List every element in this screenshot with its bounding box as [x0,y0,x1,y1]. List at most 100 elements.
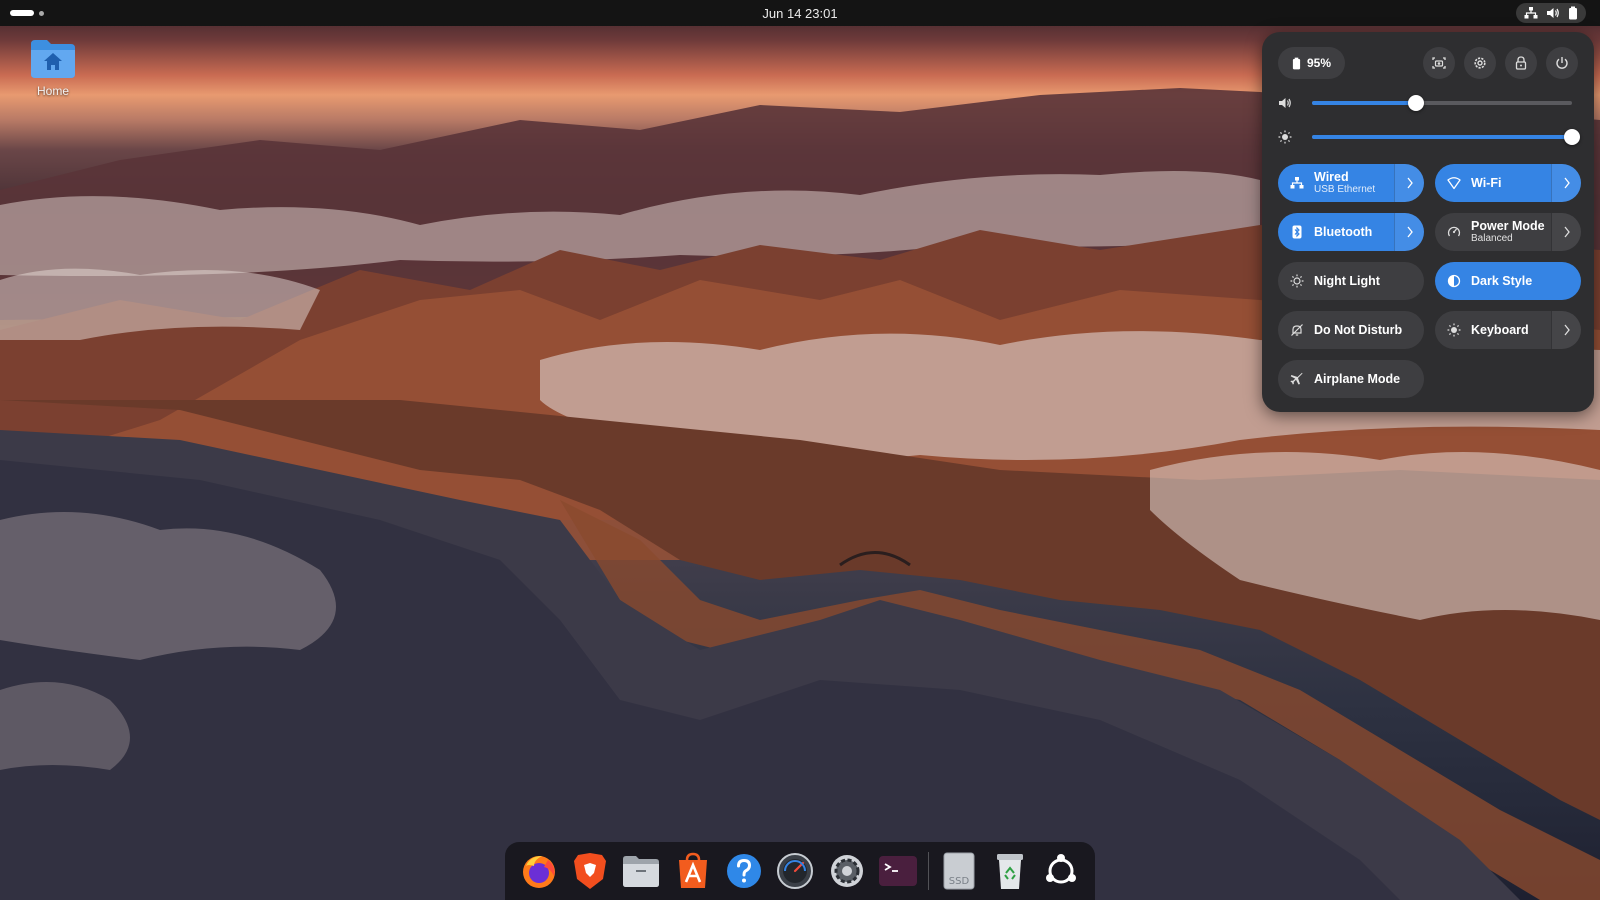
bluetooth-menu-button[interactable] [1394,213,1424,251]
chevron-right-icon [1563,177,1570,189]
dock: SSD [505,842,1095,900]
battery-icon [1292,57,1301,69]
dock-separator [927,852,929,890]
wired-network-icon [1290,177,1304,189]
dock-item-disk-usage[interactable] [770,845,821,897]
bluetooth-icon [1292,225,1302,239]
toggle-title: Keyboard [1471,322,1529,337]
power-icon [1556,57,1568,69]
dock-item-brave[interactable] [564,845,615,897]
toggle-airplane-mode-main[interactable]: Airplane Mode [1278,360,1424,398]
toggle-wifi-main[interactable]: Wi-Fi [1435,164,1551,202]
brightness-slider-row [1278,122,1580,152]
volume-slider-handle[interactable] [1408,95,1424,111]
wired-menu-button[interactable] [1394,164,1424,202]
date-time-button[interactable]: Jun 14 23:01 [762,6,837,21]
toggle-subtitle: USB Ethernet [1314,184,1376,196]
brightness-slider-fill [1312,135,1572,139]
chevron-right-icon [1563,324,1570,336]
activities-button[interactable] [10,3,70,23]
app-center-icon [678,852,707,888]
toggle-wired[interactable]: Wired USB Ethernet [1278,164,1424,202]
keyboard-icon [1447,323,1461,337]
toggle-keyboard-main[interactable]: Keyboard [1435,311,1551,349]
toggle-night-light[interactable]: Night Light [1278,262,1424,300]
toggle-title: Night Light [1314,273,1380,288]
dock-item-drive[interactable]: SSD [933,845,984,897]
workspace-indicator-active [10,10,34,16]
brightness-slider-handle[interactable] [1564,129,1580,145]
dock-item-terminal[interactable] [873,845,924,897]
help-icon [727,854,762,888]
drive-label: SSD [948,876,969,887]
brightness-icon [1278,130,1292,144]
lock-icon [1515,56,1527,70]
toggle-power-mode-main[interactable]: Power Mode Balanced [1435,213,1551,251]
toggle-bluetooth-main[interactable]: Bluetooth [1278,213,1394,251]
keyboard-menu-button[interactable] [1551,311,1581,349]
brightness-slider[interactable] [1312,129,1580,145]
dock-item-firefox[interactable] [513,845,564,897]
settings-button[interactable] [1464,47,1496,79]
toggle-keyboard[interactable]: Keyboard [1435,311,1581,349]
volume-slider[interactable] [1312,95,1572,111]
night-light-icon [1290,274,1304,288]
quick-settings-header: 95% [1278,46,1578,80]
dock-item-settings[interactable] [821,845,872,897]
quick-toggles-grid: Wired USB Ethernet Wi-Fi Bluetooth Power… [1278,164,1581,398]
wifi-menu-button[interactable] [1551,164,1581,202]
toggle-dark-style-main[interactable]: Dark Style [1435,262,1581,300]
dock-item-help[interactable] [718,845,769,897]
dock-item-files[interactable] [616,845,667,897]
battery-percentage: 95% [1307,56,1332,70]
wifi-icon [1447,177,1461,190]
volume-slider-fill [1312,101,1416,105]
chevron-right-icon [1563,226,1570,238]
screenshot-button[interactable] [1423,47,1455,79]
toggle-dark-style[interactable]: Dark Style [1435,262,1581,300]
show-apps-icon [1046,854,1077,884]
toggle-subtitle: Balanced [1471,233,1513,245]
power-mode-icon [1447,226,1461,237]
quick-settings-panel: 95% Wired USB Ethernet Wi-Fi Bluetooth P… [1262,32,1594,412]
desktop-icon-label: Home [36,84,69,98]
toggle-airplane-mode[interactable]: Airplane Mode [1278,360,1424,398]
battery-icon [1569,6,1577,20]
clock-area: Jun 14 23:01 [0,6,1600,21]
toggle-title: Do Not Disturb [1314,322,1403,337]
toggle-title: Wired [1314,170,1349,185]
toggle-wired-main[interactable]: Wired USB Ethernet [1278,164,1394,202]
toggle-do-not-disturb-main[interactable]: Do Not Disturb [1278,311,1424,349]
chevron-right-icon [1406,226,1413,238]
toggle-wifi[interactable]: Wi-Fi [1435,164,1581,202]
settings-icon [830,855,863,887]
dock-item-trash[interactable] [984,845,1035,897]
firefox-icon [522,856,555,888]
drive-icon: SSD [943,852,975,890]
battery-status-button[interactable]: 95% [1278,47,1346,79]
top-bar: Jun 14 23:01 [0,0,1600,26]
workspace-indicator [39,10,44,16]
chevron-right-icon [1406,177,1413,189]
home-folder-icon [31,40,75,78]
volume-slider-row [1278,88,1578,118]
power-mode-menu-button[interactable] [1551,213,1581,251]
volume-icon [1279,98,1291,108]
toggle-title: Dark Style [1471,273,1533,288]
show-apps-button[interactable] [1036,845,1087,897]
screenshot-icon [1432,57,1446,69]
network-icon [1524,7,1538,19]
system-menu-button[interactable] [1516,3,1586,23]
terminal-icon [879,856,918,886]
toggle-power-mode[interactable]: Power Mode Balanced [1435,213,1581,251]
toggle-do-not-disturb[interactable]: Do Not Disturb [1278,311,1424,349]
toggle-title: Power Mode [1471,219,1545,234]
dock-item-app-center[interactable] [667,845,718,897]
toggle-bluetooth[interactable]: Bluetooth [1278,213,1424,251]
toggle-title: Airplane Mode [1314,371,1401,386]
trash-icon [996,854,1023,889]
desktop-icon-home[interactable]: Home [22,38,84,98]
lock-button[interactable] [1505,47,1537,79]
power-button[interactable] [1546,47,1578,79]
toggle-night-light-main[interactable]: Night Light [1278,262,1424,300]
